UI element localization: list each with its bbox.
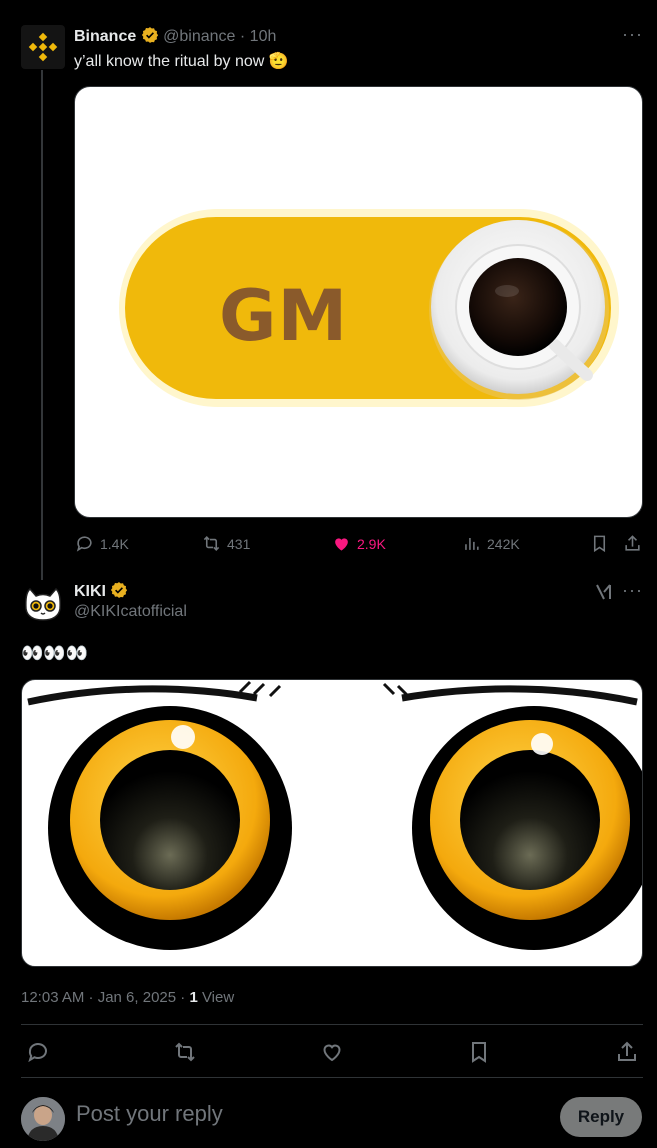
tweet1-text: y’all know the ritual by now 🫡 — [74, 53, 289, 70]
kiki-avatar[interactable] — [22, 583, 64, 625]
repost-action[interactable]: 431 — [202, 534, 250, 553]
owl-eyes-illustration — [27, 680, 642, 950]
like-action[interactable]: 2.9K — [332, 534, 386, 553]
tweet1-image[interactable]: GM — [74, 86, 643, 518]
share-icon — [618, 1041, 636, 1061]
tweet2-more-icon[interactable]: ··· — [622, 580, 643, 601]
divider-top — [21, 1024, 643, 1025]
analytics-icon — [465, 537, 479, 550]
heart-icon — [323, 1044, 341, 1062]
reply-button[interactable]: Reply — [560, 1097, 642, 1137]
divider-bottom — [21, 1077, 643, 1078]
repost-count: 431 — [227, 535, 251, 552]
tweet1-author-name[interactable]: Binance — [74, 28, 136, 45]
reply-icon — [76, 536, 92, 552]
repost-action[interactable] — [173, 1040, 197, 1069]
tweet1-time[interactable]: · 10h — [240, 28, 276, 45]
bookmark-action[interactable] — [467, 1040, 491, 1069]
views-label: View — [197, 989, 235, 1006]
tweet2-header: KIKI — [74, 581, 128, 601]
share-action[interactable] — [623, 534, 642, 553]
tweet2-image[interactable] — [21, 679, 643, 967]
tweet2-handle[interactable]: @KIKIcatofficial — [74, 603, 187, 621]
heart-filled-icon — [335, 538, 348, 551]
views-count: 242K — [487, 535, 520, 552]
tweet2-author-name[interactable]: KIKI — [74, 583, 106, 600]
tweet2-text: 👀👀👀 — [21, 643, 89, 663]
cat-face-icon — [25, 587, 61, 621]
reply-action[interactable]: 1.4K — [75, 534, 129, 553]
reply-icon — [28, 1043, 47, 1063]
reply-action[interactable] — [26, 1040, 50, 1069]
verified-badge-icon — [111, 582, 128, 598]
share-action[interactable] — [615, 1040, 639, 1069]
share-icon — [625, 535, 640, 551]
like-count: 2.9K — [357, 535, 386, 552]
bookmark-icon — [593, 535, 606, 553]
binance-logo-icon — [28, 32, 58, 62]
tweet1-header: Binance @binance · 10h — [74, 26, 276, 46]
repost-icon — [175, 1042, 195, 1062]
timestamp-text[interactable]: 12:03 AM · Jan 6, 2025 · — [21, 989, 189, 1006]
thread-line — [41, 70, 43, 580]
gm-coffee-illustration — [119, 209, 619, 407]
reply-count: 1.4K — [100, 535, 129, 552]
tweet1-handle[interactable]: @binance — [163, 28, 235, 45]
binance-avatar[interactable] — [21, 25, 65, 69]
grok-icon[interactable] — [594, 582, 614, 607]
views-action[interactable]: 242K — [462, 534, 520, 553]
views-number: 1 — [189, 989, 198, 1006]
like-action[interactable] — [320, 1040, 344, 1069]
gm-text: GM — [219, 275, 349, 357]
user-avatar[interactable] — [21, 1097, 65, 1141]
repost-icon — [203, 536, 220, 551]
user-avatar-image — [21, 1097, 65, 1141]
bookmark-action[interactable] — [590, 534, 609, 553]
verified-badge-icon — [141, 27, 158, 43]
bookmark-icon — [472, 1042, 486, 1063]
tweet2-timestamp: 12:03 AM · Jan 6, 2025 · 1 View — [21, 989, 234, 1006]
reply-input[interactable]: Post your reply — [76, 1101, 223, 1127]
tweet1-more-icon[interactable]: ··· — [622, 24, 643, 45]
